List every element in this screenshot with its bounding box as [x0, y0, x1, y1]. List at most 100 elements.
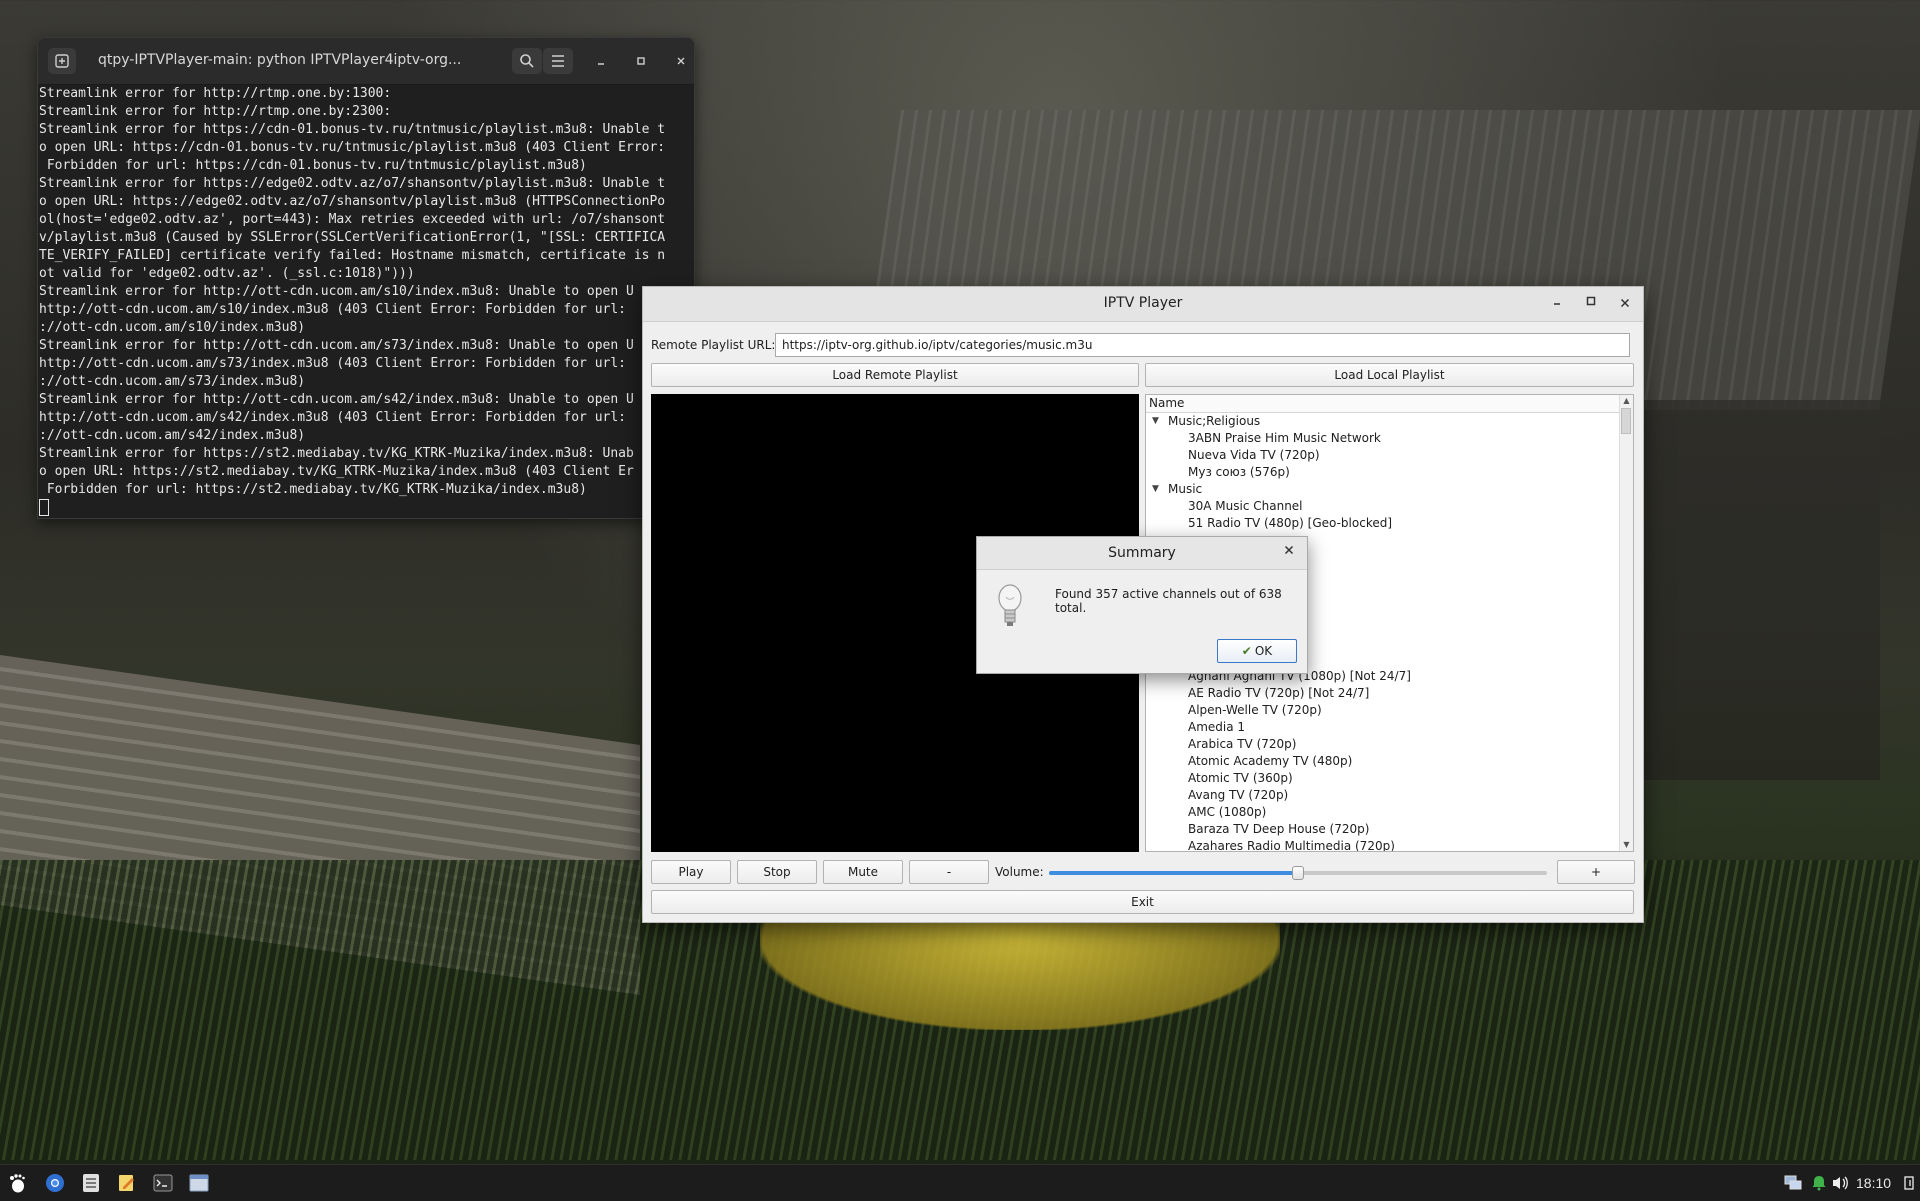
search-icon[interactable] — [512, 48, 542, 74]
tree-label: Atomic TV (360p) — [1188, 771, 1293, 785]
terminal-title: qtpy-IPTVPlayer-main: python IPTVPlayer4… — [98, 52, 462, 68]
dialog-titlebar[interactable]: Summary — [977, 537, 1307, 570]
scroll-up-icon[interactable]: ▲ — [1620, 395, 1633, 407]
terminal-line: TE_VERIFY_FAILED] certificate verify fai… — [39, 248, 666, 263]
tree-label: AMC (1080p) — [1188, 805, 1267, 819]
terminal-line: Streamlink error for http://ott-cdn.ucom… — [39, 284, 634, 299]
terminal-cursor — [39, 499, 49, 516]
terminal-line: Streamlink error for http://ott-cdn.ucom… — [39, 392, 634, 407]
power-icon[interactable] — [1898, 1172, 1920, 1194]
terminal-line: v/playlist.m3u8 (Caused by SSLError(SSLC… — [39, 230, 666, 245]
minimize-icon[interactable] — [586, 48, 616, 74]
ok-label: OK — [1254, 644, 1273, 658]
load-local-playlist-button[interactable]: Load Local Playlist — [1145, 363, 1634, 387]
terminal-line: Streamlink error for http://rtmp.one.by:… — [39, 86, 392, 101]
tree-item[interactable]: Nueva Vida TV (720p) — [1146, 447, 1619, 464]
tree-item[interactable]: Alpen-Welle TV (720p) — [1146, 702, 1619, 719]
window-icon[interactable] — [188, 1172, 210, 1194]
gnome-foot-icon[interactable] — [6, 1172, 28, 1194]
stop-button[interactable]: Stop — [737, 860, 817, 884]
tree-item[interactable]: Avang TV (720p) — [1146, 787, 1619, 804]
terminal-icon[interactable] — [152, 1172, 174, 1194]
tree-label: 3ABN Praise Him Music Network — [1188, 431, 1381, 445]
files-icon[interactable] — [80, 1172, 102, 1194]
close-icon[interactable] — [1283, 544, 1295, 560]
controls-row: Play Stop Mute - Volume: + — [651, 860, 1635, 886]
terminal-line: ://ott-cdn.ucom.am/s10/index.m3u8) — [39, 320, 306, 335]
terminal-line: Forbidden for url: https://st2.mediabay.… — [39, 482, 587, 497]
maximize-icon[interactable] — [626, 48, 656, 74]
tree-group[interactable]: ▼ Music — [1146, 481, 1619, 498]
terminal-window[interactable]: qtpy-IPTVPlayer-main: python IPTVPlayer4… — [37, 37, 695, 519]
tree-item[interactable]: Azahares Radio Multimedia (720p) — [1146, 838, 1619, 851]
volume-slider[interactable] — [1049, 866, 1547, 880]
ok-button[interactable]: ✔ OK — [1217, 639, 1297, 663]
terminal-line: Forbidden for url: https://cdn-01.bonus-… — [39, 158, 587, 173]
tree-item[interactable]: Atomic Academy TV (480p) — [1146, 753, 1619, 770]
window-title: IPTV Player — [1103, 295, 1183, 311]
volume-up-button[interactable]: + — [1557, 860, 1635, 884]
dialog-title: Summary — [1108, 545, 1176, 561]
tree-item[interactable]: 30A Music Channel — [1146, 498, 1619, 515]
tree-header-name[interactable]: Name — [1146, 395, 1633, 413]
taskbar: 18:10 — [0, 1164, 1920, 1201]
tree-item[interactable]: Arabica TV (720p) — [1146, 736, 1619, 753]
expand-arrow-icon[interactable]: ▼ — [1152, 481, 1159, 498]
tree-label: Azahares Radio Multimedia (720p) — [1188, 839, 1395, 851]
tree-label: Arabica TV (720p) — [1188, 737, 1297, 751]
tree-label: Amedia 1 — [1188, 720, 1246, 734]
iptv-titlebar[interactable]: IPTV Player — [643, 287, 1643, 322]
play-button[interactable]: Play — [651, 860, 731, 884]
checkmark-icon: ✔ — [1241, 644, 1252, 658]
volume-icon[interactable] — [1829, 1172, 1851, 1194]
tree-item[interactable]: 3ABN Praise Him Music Network — [1146, 430, 1619, 447]
tree-label: AE Radio TV (720p) [Not 24/7] — [1188, 686, 1370, 700]
scroll-down-icon[interactable]: ▼ — [1620, 839, 1633, 851]
text-editor-icon[interactable] — [116, 1172, 138, 1194]
chromium-icon[interactable] — [44, 1172, 66, 1194]
scroll-thumb[interactable] — [1621, 408, 1631, 434]
minimize-icon[interactable] — [1547, 294, 1567, 314]
tree-item[interactable]: Муз союз (576p) — [1146, 464, 1619, 481]
terminal-output[interactable]: Streamlink error for http://rtmp.one.by:… — [38, 85, 694, 518]
summary-dialog: Summary Found 357 active channels out of… — [976, 536, 1308, 674]
tree-group[interactable]: ▼ Music;Religious — [1146, 413, 1619, 430]
tree-label: Atomic Academy TV (480p) — [1188, 754, 1353, 768]
terminal-line: o open URL: https://st2.mediabay.tv/KG_K… — [39, 464, 634, 479]
notification-bell-icon[interactable] — [1808, 1172, 1830, 1194]
tree-item[interactable]: AE Radio TV (720p) [Not 24/7] — [1146, 685, 1619, 702]
terminal-line: http://ott-cdn.ucom.am/s42/index.m3u8 (4… — [39, 410, 626, 425]
terminal-line: Streamlink error for http://ott-cdn.ucom… — [39, 338, 634, 353]
dialog-message: Found 357 active channels out of 638 tot… — [1055, 587, 1282, 615]
playlist-url-input[interactable]: https://iptv-org.github.io/iptv/categori… — [775, 333, 1630, 357]
url-label: Remote Playlist URL: — [651, 338, 776, 352]
tree-item[interactable]: Amedia 1 — [1146, 719, 1619, 736]
clock[interactable]: 18:10 — [1856, 1175, 1891, 1191]
mute-button[interactable]: Mute — [823, 860, 903, 884]
terminal-line: o open URL: https://edge02.odtv.az/o7/sh… — [39, 194, 666, 209]
volume-slider-fill — [1049, 871, 1298, 875]
expand-arrow-icon[interactable]: ▼ — [1152, 413, 1159, 430]
volume-slider-handle[interactable] — [1292, 866, 1304, 880]
terminal-line: Streamlink error for https://edge02.odtv… — [39, 176, 666, 191]
tree-label: Муз союз (576p) — [1188, 465, 1290, 479]
tree-item[interactable]: Baraza TV Deep House (720p) — [1146, 821, 1619, 838]
volume-down-button[interactable]: - — [909, 860, 989, 884]
hamburger-menu-icon[interactable] — [543, 48, 573, 74]
tree-label: Nueva Vida TV (720p) — [1188, 448, 1320, 462]
new-tab-icon[interactable] — [48, 48, 76, 74]
tree-label: Avang TV (720p) — [1188, 788, 1289, 802]
terminal-line: o open URL: https://cdn-01.bonus-tv.ru/t… — [39, 140, 666, 155]
terminal-line: ://ott-cdn.ucom.am/s42/index.m3u8) — [39, 428, 306, 443]
tree-label: Music — [1168, 482, 1203, 496]
load-remote-playlist-button[interactable]: Load Remote Playlist — [651, 363, 1139, 387]
exit-button[interactable]: Exit — [651, 890, 1634, 914]
tree-item[interactable]: Atomic TV (360p) — [1146, 770, 1619, 787]
maximize-icon[interactable] — [1581, 294, 1601, 314]
close-icon[interactable] — [666, 48, 694, 74]
tree-item[interactable]: 51 Radio TV (480p) [Geo-blocked] — [1146, 515, 1619, 532]
tree-scrollbar[interactable]: ▲ ▼ — [1619, 395, 1633, 851]
tree-item[interactable]: AMC (1080p) — [1146, 804, 1619, 821]
close-icon[interactable] — [1615, 294, 1635, 314]
network-icon[interactable] — [1782, 1172, 1804, 1194]
